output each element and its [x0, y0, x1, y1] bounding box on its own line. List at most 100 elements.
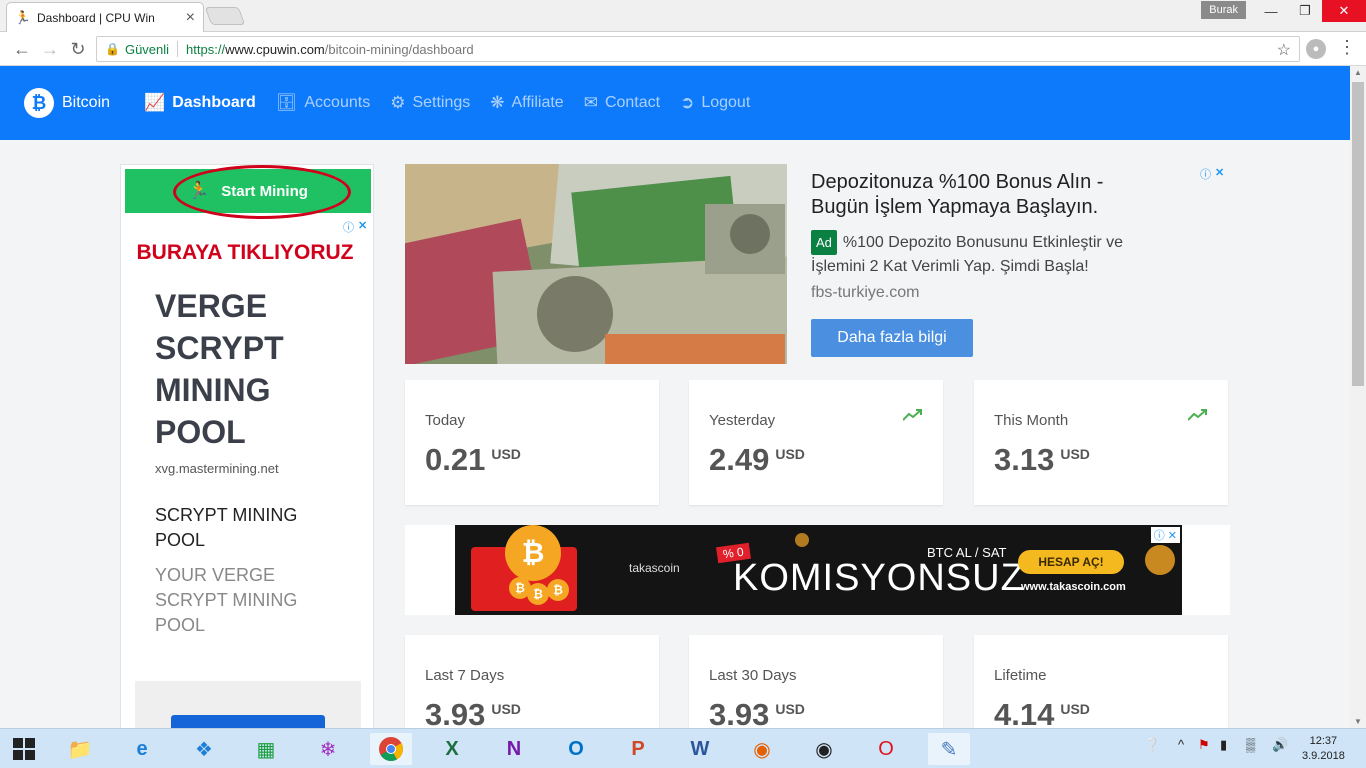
top-ad-title[interactable]: Depozitonuza %100 Bonus Alın - Bugün İşl…: [811, 170, 1151, 220]
outlook-icon[interactable]: O: [560, 733, 592, 765]
paint-brush-icon[interactable]: ✎: [928, 733, 970, 765]
browser-menu-icon[interactable]: ⋮: [1338, 37, 1356, 58]
page-viewport: ₿ Bitcoin 📈 Dashboard 🗄 Accounts ⚙ Setti…: [0, 66, 1366, 728]
top-ad-close-icon[interactable]: ✕: [1215, 166, 1224, 182]
url-host: www.cpuwin.com: [225, 41, 325, 57]
banknotes-image[interactable]: [405, 164, 787, 364]
banner-tagline: BTC AL / SAT: [927, 545, 1007, 560]
bitcoin-coin-icon: ₿: [527, 583, 549, 605]
window-close-icon[interactable]: ✕: [1322, 0, 1366, 22]
envelope-icon: ✉: [583, 93, 598, 112]
file-explorer-icon[interactable]: 📁: [64, 733, 96, 765]
sidebar-ad-button[interactable]: [171, 715, 325, 728]
browser-tab[interactable]: 🏃 Dashboard | CPU Win ×: [6, 2, 204, 32]
minimize-icon[interactable]: —: [1254, 0, 1288, 22]
bookmark-star-icon[interactable]: ☆: [1277, 40, 1291, 60]
scroll-thumb[interactable]: [1352, 82, 1364, 386]
network-icon: ❋: [490, 93, 505, 112]
bitcoin-icon: ₿: [24, 88, 54, 118]
annotation-circle: [173, 165, 351, 219]
firefox-icon[interactable]: ◉: [746, 733, 778, 765]
sidebar-ad[interactable]: VERGE SCRYPT MINING POOL xvg.masterminin…: [135, 277, 361, 728]
profile-name[interactable]: Burak: [1201, 1, 1246, 19]
stat-value-row: 2.49 USD: [709, 442, 805, 478]
nav-dashboard-label: Dashboard: [172, 94, 256, 111]
reload-icon[interactable]: ↻: [66, 37, 90, 61]
url-scheme: https://: [186, 41, 226, 57]
stat-unit: USD: [775, 446, 805, 462]
stat-label: Today: [425, 412, 466, 429]
word-icon[interactable]: W: [684, 733, 716, 765]
top-ad-choices[interactable]: ⓘ ✕: [1200, 166, 1224, 182]
page-scrollbar[interactable]: ▲ ▼: [1350, 66, 1366, 728]
internet-explorer-icon[interactable]: e: [126, 733, 158, 765]
top-ad-button[interactable]: Daha fazla bilgi: [811, 319, 973, 357]
powerpoint-icon[interactable]: P: [622, 733, 654, 765]
banner-ad-close-icon[interactable]: ⓘ ✕: [1150, 527, 1180, 543]
nav-accounts[interactable]: 🗄 Accounts: [276, 93, 370, 113]
chrome-icon[interactable]: [370, 733, 412, 765]
excel-icon[interactable]: X: [436, 733, 468, 765]
ad-close-icon[interactable]: ✕: [358, 219, 367, 235]
restore-icon[interactable]: ❐: [1288, 0, 1322, 22]
stat-value-row: 0.21 USD: [425, 442, 521, 478]
store-icon[interactable]: ▦: [250, 733, 282, 765]
scroll-down-icon[interactable]: ▼: [1354, 717, 1362, 726]
obs-icon[interactable]: ◉: [808, 733, 840, 765]
opera-icon[interactable]: O: [870, 733, 902, 765]
clock-date: 3.9.2018: [1302, 750, 1345, 762]
top-ad-host[interactable]: fbs-turkiye.com: [811, 284, 919, 302]
site-navbar: ₿ Bitcoin 📈 Dashboard 🗄 Accounts ⚙ Setti…: [0, 66, 1350, 140]
stat-card-yesterday: Yesterday 2.49 USD: [689, 380, 943, 505]
ad-info-icon[interactable]: ⓘ: [343, 219, 354, 235]
nav-logout[interactable]: ➲ Logout: [680, 93, 750, 113]
nav-contact[interactable]: ✉ Contact: [584, 93, 660, 113]
windows-taskbar: 📁 e ❖ ▦ ❄ X N O P W ◉ ◉ O ✎ ❔ ^ ⚑ ▮ ▒ 🔊 …: [0, 728, 1366, 768]
tab-close-icon[interactable]: ×: [186, 9, 195, 27]
flag-icon[interactable]: ⚑: [1198, 737, 1210, 753]
nav-settings-label: Settings: [412, 94, 471, 111]
nav-affiliate-label: Affiliate: [511, 94, 564, 111]
nav-logout-label: Logout: [701, 94, 751, 111]
new-tab-button[interactable]: [204, 7, 246, 25]
network-signal-icon[interactable]: ▒: [1246, 737, 1255, 752]
stat-label: Yesterday: [709, 412, 776, 429]
stat-value: 3.13: [994, 442, 1055, 477]
nav-affiliate[interactable]: ❋ Affiliate: [490, 93, 563, 113]
extension-icon[interactable]: ●: [1306, 39, 1326, 59]
back-arrow-icon[interactable]: ←: [10, 37, 34, 61]
bitcoin-coin-icon: ₿: [505, 525, 561, 581]
tab-title: Dashboard | CPU Win: [37, 10, 155, 25]
paint-app-icon[interactable]: ❄: [312, 733, 344, 765]
nav-accounts-label: Accounts: [304, 94, 371, 111]
top-ad-info-icon[interactable]: ⓘ: [1200, 166, 1211, 182]
brand-logo[interactable]: ₿ Bitcoin: [24, 88, 110, 118]
address-divider: [177, 41, 179, 57]
stat-value-row: 3.93 USD: [709, 697, 805, 728]
url-path: /bitcoin-mining/dashboard: [324, 41, 474, 57]
system-clock[interactable]: 12:37 3.9.2018: [1302, 734, 1345, 764]
windows-start-icon[interactable]: [8, 733, 40, 765]
stat-unit: USD: [1060, 446, 1090, 462]
battery-icon[interactable]: ▮: [1220, 737, 1227, 753]
tray-chevron-icon[interactable]: ^: [1178, 737, 1184, 752]
stat-card-last-7-days: Last 7 Days 3.93 USD: [405, 635, 659, 728]
ad-choices[interactable]: ⓘ ✕: [343, 219, 367, 235]
nav-settings[interactable]: ⚙ Settings: [390, 93, 470, 113]
stat-unit: USD: [775, 701, 805, 717]
forward-arrow-icon[interactable]: →: [38, 37, 62, 61]
banner-ad[interactable]: ₿ ₿ ₿ ₿ takascoin % 0 KOMISYONSUZ BTC AL…: [455, 525, 1182, 615]
scroll-up-icon[interactable]: ▲: [1354, 68, 1362, 77]
stat-card-last-30-days: Last 30 Days 3.93 USD: [689, 635, 943, 728]
onenote-icon[interactable]: N: [498, 733, 530, 765]
volume-icon[interactable]: 🔊: [1272, 737, 1288, 753]
dropbox-icon[interactable]: ❖: [188, 733, 220, 765]
stat-label: Lifetime: [994, 667, 1047, 684]
nav-dashboard[interactable]: 📈 Dashboard: [144, 93, 256, 113]
help-icon[interactable]: ❔: [1144, 737, 1160, 753]
trend-up-icon: [1187, 408, 1208, 426]
address-bar[interactable]: 🔒 Güvenli https:// www.cpuwin.com /bitco…: [96, 36, 1300, 62]
banner-signup-button[interactable]: HESAP AÇ!: [1018, 550, 1124, 574]
stat-value: 3.93: [709, 697, 770, 728]
lock-icon: 🔒: [105, 42, 120, 56]
